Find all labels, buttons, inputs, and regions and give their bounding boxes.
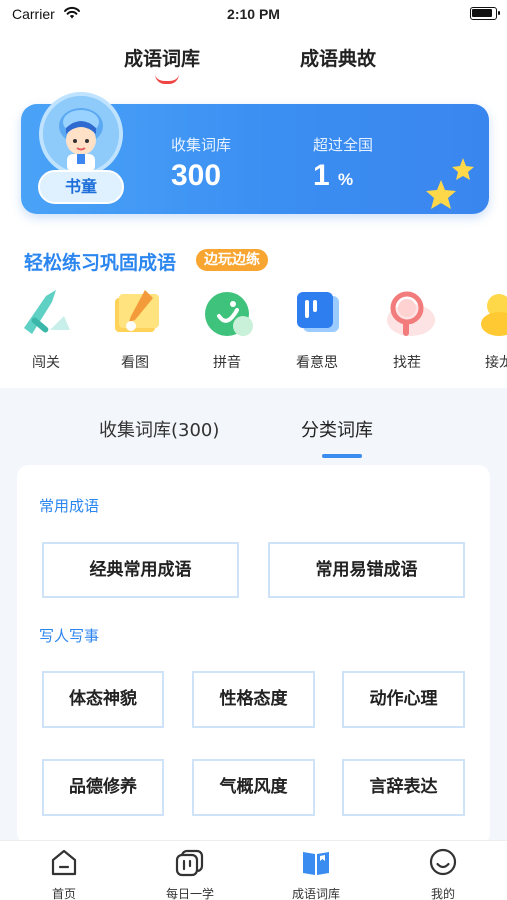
meaning-icon <box>297 292 339 332</box>
beat-unit: % <box>338 170 354 189</box>
game-zhaocha[interactable]: 找茬 <box>372 286 442 372</box>
game-label: 看意思 <box>296 355 338 371</box>
battery-icon <box>470 7 500 20</box>
sub-tab-indicator <box>322 454 362 458</box>
top-tabs: 成语词库 成语典故 <box>0 44 507 96</box>
beat-stat: 超过全国 1 % <box>313 134 373 193</box>
stats-card: 书童 收集词库 300 超过全国 1 % <box>21 92 489 214</box>
tab-idiom-library[interactable]: 成语词库 <box>124 44 200 71</box>
practice-tag: 边玩边练 <box>196 249 268 271</box>
game-chuangguan[interactable]: 闯关 <box>11 286 81 372</box>
game-label: 找茬 <box>393 355 421 371</box>
nav-label: 成语词库 <box>291 887 340 900</box>
section-title-common: 常用成语 <box>39 497 100 515</box>
boy-avatar-icon <box>43 96 119 172</box>
nav-label: 每日一学 <box>165 887 214 900</box>
category-button[interactable]: 动作心理 <box>342 671 465 728</box>
tab-idiom-stories[interactable]: 成语典故 <box>300 44 376 71</box>
picture-icon <box>115 290 159 332</box>
nav-label: 首页 <box>51 887 76 900</box>
daily-icon <box>175 849 204 877</box>
stars-icon <box>426 158 474 209</box>
game-kantu[interactable]: 看图 <box>100 286 170 372</box>
nav-library[interactable]: 成语词库 <box>271 847 361 900</box>
game-pinyin[interactable]: 拼音 <box>192 286 262 372</box>
category-button[interactable]: 品德修养 <box>42 759 164 816</box>
category-button[interactable]: 言辞表达 <box>342 759 465 816</box>
beat-value: 1 <box>313 159 330 192</box>
category-card: 常用成语 经典常用成语 常用易错成语 写人写事 体态神貌 性格态度 动作心理 品… <box>17 465 490 845</box>
status-bar: Carrier 2:10 PM <box>0 0 507 28</box>
category-button[interactable]: 气概风度 <box>192 759 315 816</box>
smile-icon <box>429 848 457 876</box>
nav-daily[interactable]: 每日一学 <box>145 847 235 900</box>
practice-title: 轻松练习巩固成语 <box>24 252 177 274</box>
game-label: 拼音 <box>213 355 241 371</box>
nav-profile[interactable]: 我的 <box>398 847 488 900</box>
sub-tabs: 收集词库(300) 分类词库 <box>0 388 507 464</box>
home-icon <box>51 849 77 876</box>
book-icon <box>303 852 329 875</box>
pinyin-icon <box>205 292 253 336</box>
nav-home[interactable]: 首页 <box>19 847 109 900</box>
game-label: 接龙 <box>485 355 507 371</box>
avatar-badge: 书童 <box>38 170 124 204</box>
sword-icon <box>24 290 70 334</box>
game-label: 看图 <box>121 355 149 371</box>
collected-label: 收集词库 <box>171 136 232 154</box>
game-row: 闯关 看图 拼音 看意思 找茬 接龙 <box>0 286 507 378</box>
magnifier-icon <box>387 291 435 336</box>
collected-stat: 收集词库 300 <box>171 134 231 193</box>
clock: 2:10 PM <box>227 6 280 22</box>
bottom-nav: 首页 每日一学 成语词库 我的 <box>0 840 507 900</box>
game-kanyisi[interactable]: 看意思 <box>282 286 352 372</box>
lower-panel: 收集词库(300) 分类词库 常用成语 经典常用成语 常用易错成语 写人写事 体… <box>0 388 507 845</box>
collected-value: 300 <box>171 159 222 192</box>
active-tab-indicator <box>155 74 179 84</box>
avatar[interactable] <box>39 92 123 176</box>
category-button[interactable]: 性格态度 <box>192 671 315 728</box>
tab-categories[interactable]: 分类词库 <box>301 416 373 442</box>
nav-label: 我的 <box>430 887 455 900</box>
category-button[interactable]: 经典常用成语 <box>42 542 239 598</box>
category-button[interactable]: 体态神貌 <box>42 671 164 728</box>
game-jielong[interactable]: 接龙 <box>464 286 507 372</box>
category-button[interactable]: 常用易错成语 <box>268 542 465 598</box>
chain-icon <box>481 294 507 336</box>
beat-value-row: 1 % <box>313 159 373 193</box>
game-label: 闯关 <box>32 355 60 371</box>
section-title-people: 写人写事 <box>39 627 100 645</box>
tab-collected[interactable]: 收集词库(300) <box>99 416 219 442</box>
beat-label: 超过全国 <box>313 136 374 154</box>
